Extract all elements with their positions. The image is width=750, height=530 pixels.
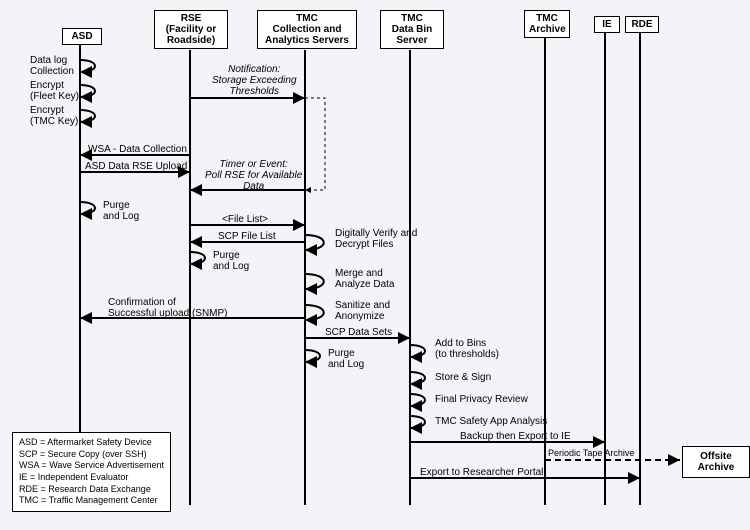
self-tmc-verify: Digitally Verify and Decrypt Files xyxy=(335,228,417,250)
offsite-archive-label: Offsite Archive xyxy=(698,451,735,473)
self-tmc-purge: Purge and Log xyxy=(328,348,364,370)
self-bin-add: Add to Bins (to thresholds) xyxy=(435,338,499,360)
self-asd-datalog: Data log Collection xyxy=(30,55,74,77)
legend-box: ASD = Aftermarket Safety Device SCP = Se… xyxy=(12,432,171,512)
self-bin-safety: TMC Safety App Analysis xyxy=(435,416,547,427)
self-tmc-sanitize: Sanitize and Anonymize xyxy=(335,300,390,322)
msg-scp-datasets: SCP Data Sets xyxy=(325,327,392,338)
self-bin-store: Store & Sign xyxy=(435,372,491,383)
msg-confirmation: Confirmation of Successful upload (SNMP) xyxy=(108,297,228,319)
self-asd-purge: Purge and Log xyxy=(103,200,139,222)
msg-asd-upload: ASD Data RSE Upload xyxy=(85,161,187,172)
sequence-diagram: ASD RSE (Facility or Roadside) TMC Colle… xyxy=(0,0,750,530)
legend-wsa: WSA = Wave Service Advertisement xyxy=(19,460,164,472)
msg-wsa: WSA - Data Collection xyxy=(88,144,187,155)
legend-asd: ASD = Aftermarket Safety Device xyxy=(19,437,164,449)
offsite-archive-box: Offsite Archive xyxy=(682,446,750,478)
msg-filelist: <File List> xyxy=(222,214,268,225)
self-bin-review: Final Privacy Review xyxy=(435,394,528,405)
msg-backup-ie: Backup then Export to IE xyxy=(460,431,571,442)
legend-tmc: TMC = Traffic Management Center xyxy=(19,495,164,507)
msg-scp-filelist: SCP File List xyxy=(218,231,276,242)
msg-poll: Timer or Event: Poll RSE for Available D… xyxy=(205,159,302,192)
self-rse-purge: Purge and Log xyxy=(213,250,249,272)
msg-export-portal: Export to Researcher Portal xyxy=(420,467,543,478)
self-asd-encrypt-fleet: Encrypt (Fleet Key) xyxy=(30,80,79,102)
self-asd-encrypt-tmc: Encrypt (TMC Key) xyxy=(30,105,78,127)
legend-scp: SCP = Secure Copy (over SSH) xyxy=(19,449,164,461)
msg-notification: Notification: Storage Exceeding Threshol… xyxy=(212,64,297,97)
legend-rde: RDE = Research Data Exchange xyxy=(19,484,164,496)
legend-ie: IE = Independent Evaluator xyxy=(19,472,164,484)
msg-tape-archive: Periodic Tape Archive xyxy=(548,449,634,459)
self-tmc-merge: Merge and Analyze Data xyxy=(335,268,394,290)
